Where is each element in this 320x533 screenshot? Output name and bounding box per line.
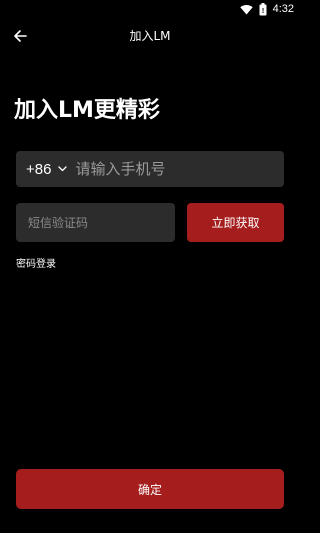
battery-icon: ! [259,2,267,16]
get-code-button[interactable]: 立即获取 [187,203,284,242]
status-icons: ! 4:32 [239,2,294,16]
chevron-down-icon [58,166,68,172]
password-login-link[interactable]: 密码登录 [16,258,56,272]
wifi-icon [239,4,253,15]
phone-field: +86 [16,151,284,187]
top-bar: 加入LM [0,18,300,54]
phone-input[interactable] [75,151,284,187]
status-time: 4:32 [272,3,294,15]
country-code-selector[interactable]: +86 [16,151,75,187]
back-button[interactable] [8,24,32,48]
status-bar: ! 4:32 [0,0,300,18]
headline: 加入LM更精彩 [14,98,160,123]
page-title: 加入LM [129,29,171,43]
svg-text:!: ! [261,8,263,15]
sms-code-input[interactable] [16,203,175,242]
arrow-left-icon [13,29,27,43]
country-code-label: +86 [26,160,52,178]
confirm-button[interactable]: 确定 [16,469,284,509]
sms-code-field [16,203,175,242]
